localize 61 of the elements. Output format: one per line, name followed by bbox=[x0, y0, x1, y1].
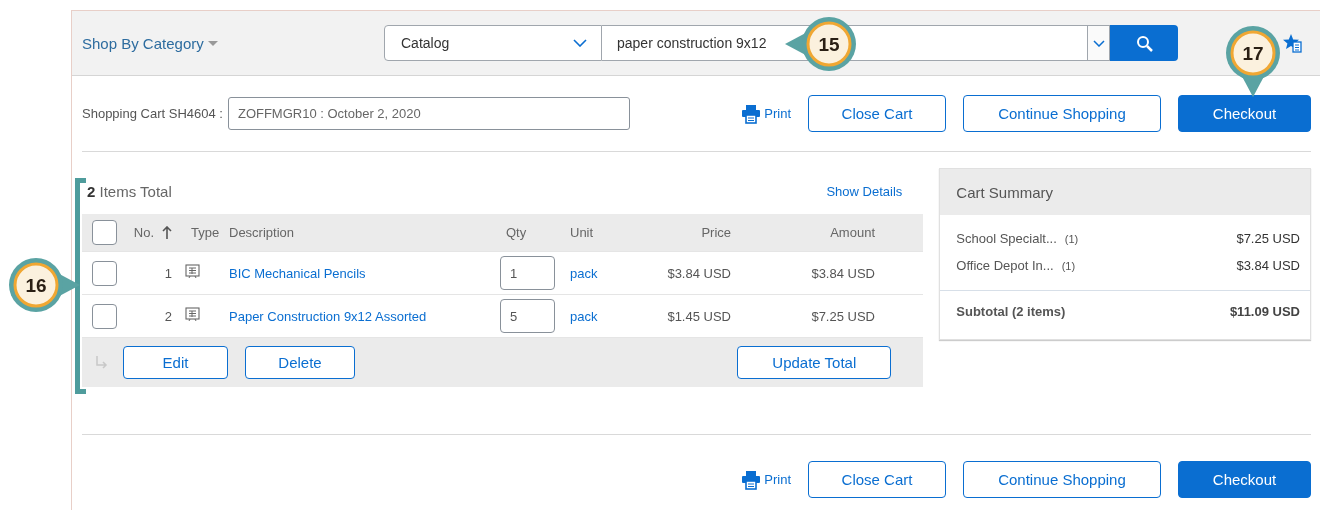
price-cell: $1.45 USD bbox=[667, 308, 731, 324]
search-button[interactable] bbox=[1110, 25, 1178, 61]
sort-arrow-icon[interactable] bbox=[162, 226, 172, 239]
print-link[interactable]: Print bbox=[741, 469, 791, 490]
update-total-button[interactable]: Update Total bbox=[737, 346, 892, 379]
favorites-icon[interactable] bbox=[1283, 33, 1302, 53]
panel-title: Cart Summary bbox=[956, 183, 1053, 201]
price-cell: $3.84 USD bbox=[667, 265, 731, 281]
search-icon bbox=[1135, 34, 1153, 52]
quantity-field[interactable]: 1 bbox=[500, 256, 555, 290]
cart-name-field[interactable]: ZOFFMGR10 : October 2, 2020 bbox=[227, 97, 630, 130]
unit-link[interactable]: pack bbox=[570, 265, 598, 281]
action-button[interactable]: Close Cart bbox=[808, 95, 946, 132]
items-total-heading: 2 Items Total bbox=[86, 182, 172, 200]
catalog-item-icon bbox=[185, 307, 200, 322]
column-header[interactable]: Amount bbox=[830, 225, 875, 240]
checkbox[interactable] bbox=[92, 220, 117, 245]
action-button[interactable]: Continue Shopping bbox=[963, 95, 1161, 132]
history-dropdown-button[interactable] bbox=[1088, 25, 1110, 61]
chevron-icon bbox=[573, 39, 587, 47]
printer-icon bbox=[741, 469, 762, 490]
checkout-button[interactable]: Checkout bbox=[1178, 461, 1311, 498]
subtotal-label: Subtotal (2 items) bbox=[956, 303, 1066, 319]
show-details-link[interactable]: Show Details bbox=[826, 172, 924, 210]
indent-arrow-icon bbox=[95, 356, 108, 369]
checkout-button[interactable]: Checkout bbox=[1178, 95, 1311, 132]
edit-button[interactable]: Edit bbox=[123, 346, 228, 379]
column-header[interactable]: Qty bbox=[506, 225, 527, 240]
amount-cell: $7.25 USD bbox=[811, 308, 875, 324]
column-header[interactable]: Description bbox=[229, 225, 295, 240]
item-link[interactable]: Paper Construction 9x12 Assorted bbox=[229, 308, 427, 324]
column-header[interactable]: Unit bbox=[570, 225, 594, 240]
checkbox[interactable] bbox=[92, 303, 117, 329]
quantity-field[interactable]: 5 bbox=[500, 299, 555, 333]
chevron-icon bbox=[1092, 39, 1105, 47]
catalog-item-icon bbox=[185, 264, 200, 279]
supplier-name: School Specialt... bbox=[956, 231, 1057, 246]
subtotal-amount: $11.09 USD bbox=[1229, 303, 1300, 319]
item-count: (1) bbox=[1064, 232, 1079, 245]
unit-link[interactable]: pack bbox=[570, 308, 598, 324]
item-link[interactable]: BIC Mechanical Pencils bbox=[229, 265, 366, 281]
delete-button[interactable]: Delete bbox=[245, 346, 355, 379]
category-menu[interactable]: Shop By Category bbox=[82, 34, 384, 52]
action-button[interactable]: Continue Shopping bbox=[963, 461, 1161, 498]
column-header[interactable]: Type bbox=[191, 225, 220, 240]
print-link[interactable]: Print bbox=[741, 103, 791, 124]
printer-icon bbox=[741, 103, 762, 124]
amount-cell: $3.84 USD bbox=[811, 265, 875, 281]
line-number: 1 bbox=[164, 265, 172, 281]
item-count: (1) bbox=[1061, 259, 1076, 272]
column-header[interactable]: No. bbox=[133, 225, 154, 240]
field-label: Shopping Cart SH4604 : bbox=[82, 106, 223, 121]
checkbox[interactable] bbox=[92, 260, 117, 286]
supplier-name: Office Depot In... bbox=[956, 258, 1054, 273]
supplier-amount: $7.25 USD bbox=[1236, 231, 1300, 246]
scope-dropdown[interactable]: Catalog bbox=[384, 25, 602, 61]
action-button[interactable]: Close Cart bbox=[808, 461, 946, 498]
column-header[interactable]: Price bbox=[701, 225, 731, 240]
supplier-amount: $3.84 USD bbox=[1236, 258, 1300, 273]
caret-icon bbox=[207, 40, 218, 46]
line-number: 2 bbox=[164, 308, 172, 324]
